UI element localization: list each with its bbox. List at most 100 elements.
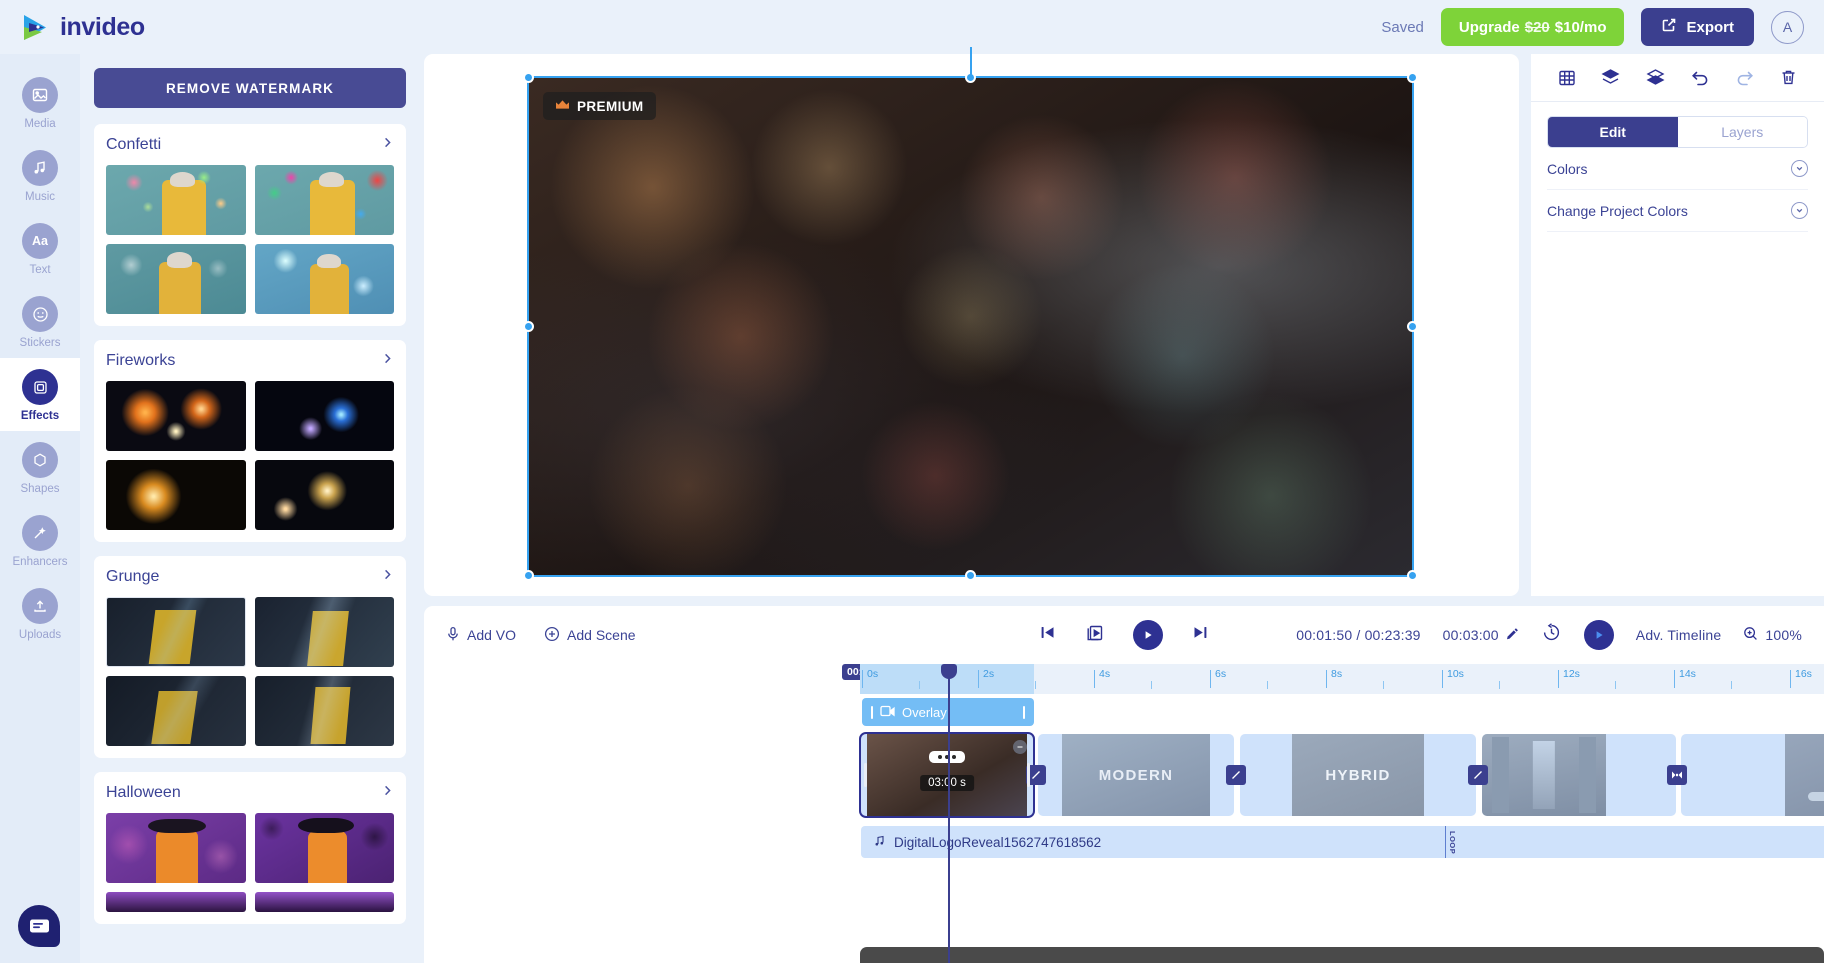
undo-icon[interactable] — [1690, 67, 1711, 88]
clip-duration-editor[interactable]: 00:03:00 — [1443, 627, 1519, 643]
section-title-grunge: Grunge — [106, 568, 159, 586]
effect-thumbnail[interactable] — [255, 813, 395, 883]
smiley-icon — [22, 296, 58, 332]
tab-edit[interactable]: Edit — [1548, 117, 1678, 147]
clock-rewind-icon[interactable] — [1541, 622, 1562, 648]
effect-thumbnail[interactable] — [106, 813, 246, 883]
play-icon[interactable] — [1133, 620, 1163, 650]
timeline-scroll-region[interactable] — [860, 947, 1824, 963]
plus-circle-icon — [544, 626, 560, 645]
scene-clip-3-label: HYBRID — [1292, 734, 1424, 816]
play-circle-icon[interactable] — [1584, 620, 1614, 650]
chevron-right-icon[interactable] — [381, 784, 394, 802]
resize-handle-tr[interactable] — [1407, 72, 1418, 83]
add-scene-button[interactable]: Add Scene — [544, 626, 636, 645]
thumbnail-grid-halloween — [106, 813, 394, 912]
scene-clip-2[interactable]: MODERN — [1038, 734, 1234, 816]
transition-bowtie-icon[interactable] — [1667, 765, 1687, 785]
upgrade-button[interactable]: Upgrade $20 $10/mo — [1441, 8, 1625, 46]
clip-handle-right[interactable] — [1027, 763, 1030, 787]
preview-scene-icon[interactable] — [1085, 623, 1105, 648]
chevron-right-icon[interactable] — [381, 136, 394, 154]
sidebar-item-music[interactable]: Music — [0, 139, 80, 212]
video-preview-stage[interactable]: PREMIUM — [529, 78, 1412, 575]
tab-layers[interactable]: Layers — [1678, 117, 1808, 147]
sidebar-item-effects[interactable]: Effects — [0, 358, 80, 431]
send-backward-icon[interactable] — [1645, 67, 1666, 88]
section-header-halloween[interactable]: Halloween — [106, 784, 394, 802]
rotate-connector-line — [970, 47, 972, 78]
chevron-right-icon[interactable] — [381, 568, 394, 586]
effect-thumbnail[interactable] — [255, 165, 395, 235]
sidebar-item-shapes[interactable]: Shapes — [0, 431, 80, 504]
resize-handle-bl[interactable] — [523, 570, 534, 581]
clip-handle-left[interactable] — [864, 763, 867, 787]
transition-slash-icon[interactable] — [1468, 765, 1488, 785]
effect-thumbnail[interactable] — [106, 676, 246, 746]
avatar[interactable]: A — [1771, 11, 1804, 44]
chat-bubble-icon[interactable] — [18, 905, 60, 947]
scene-clips-row: 03:00 s MODERN — [860, 734, 1824, 816]
resize-handle-br[interactable] — [1407, 570, 1418, 581]
more-dots-icon[interactable] — [929, 751, 965, 763]
playhead[interactable] — [948, 664, 950, 963]
section-header-grunge[interactable]: Grunge — [106, 568, 394, 586]
accordion-colors[interactable]: Colors — [1547, 148, 1808, 190]
scene-clip-5[interactable]: LOGO — [1681, 734, 1824, 816]
overlay-right-grip[interactable] — [1023, 706, 1025, 719]
effect-thumbnail[interactable] — [255, 460, 395, 530]
redo-icon[interactable] — [1734, 67, 1755, 88]
export-button[interactable]: Export — [1641, 8, 1754, 46]
effect-thumbnail[interactable] — [255, 892, 395, 912]
chevron-down-circle-icon[interactable] — [1791, 202, 1808, 219]
effect-thumbnail[interactable] — [106, 244, 246, 314]
zoom-control[interactable]: 100% — [1743, 626, 1802, 644]
transition-slash-icon[interactable] — [1226, 765, 1246, 785]
remove-watermark-button[interactable]: REMOVE WATERMARK — [94, 68, 406, 108]
effect-thumbnail[interactable] — [106, 381, 246, 451]
resize-handle-r[interactable] — [1407, 321, 1418, 332]
clip-lock-badge[interactable] — [1013, 740, 1027, 754]
section-header-fireworks[interactable]: Fireworks — [106, 352, 394, 370]
chevron-right-icon[interactable] — [381, 352, 394, 370]
sidebar-item-uploads[interactable]: Uploads — [0, 577, 80, 650]
saved-status: Saved — [1381, 19, 1424, 36]
playback-time: 00:01:50 / 00:23:39 — [1296, 627, 1420, 643]
pencil-icon[interactable] — [1506, 627, 1519, 643]
resize-handle-tl[interactable] — [523, 72, 534, 83]
chevron-down-circle-icon[interactable] — [1791, 160, 1808, 177]
effect-thumbnail[interactable] — [106, 165, 246, 235]
add-vo-button[interactable]: Add VO — [446, 626, 516, 645]
resize-handle-l[interactable] — [523, 321, 534, 332]
sidebar-item-stickers[interactable]: Stickers — [0, 285, 80, 358]
section-title-fireworks: Fireworks — [106, 352, 175, 370]
audio-track[interactable]: DigitalLogoReveal1562747618562 LOOP LOOP — [861, 826, 1824, 858]
skip-next-icon[interactable] — [1191, 623, 1210, 647]
effect-thumbnail[interactable] — [106, 892, 246, 912]
bring-forward-icon[interactable] — [1600, 67, 1621, 88]
effect-thumbnail[interactable] — [106, 597, 246, 667]
grid-icon[interactable] — [1557, 68, 1577, 88]
section-header-confetti[interactable]: Confetti — [106, 136, 394, 154]
selected-clip-duration: 03:00 s — [920, 775, 974, 791]
effect-thumbnail[interactable] — [255, 244, 395, 314]
effect-thumbnail[interactable] — [106, 460, 246, 530]
effect-thumbnail[interactable] — [255, 597, 395, 667]
trash-icon[interactable] — [1779, 68, 1798, 87]
effect-thumbnail[interactable] — [255, 676, 395, 746]
scene-clip-4[interactable] — [1482, 734, 1676, 816]
skip-previous-icon[interactable] — [1038, 623, 1057, 647]
sidebar-item-enhancers[interactable]: Enhancers — [0, 504, 80, 577]
timeline-ruler[interactable]: 0s 2s 4s 6s 8s 10s 12s 14s 16s — [860, 664, 1824, 694]
accordion-change-project-colors[interactable]: Change Project Colors — [1547, 190, 1808, 232]
sidebar-item-text[interactable]: Aa Text — [0, 212, 80, 285]
scene-clip-3[interactable]: HYBRID — [1240, 734, 1476, 816]
scene-clip-1[interactable]: 03:00 s — [861, 734, 1033, 816]
sidebar-item-media[interactable]: Media — [0, 66, 80, 139]
brand-logo[interactable]: invideo — [20, 12, 145, 43]
zoom-in-icon[interactable] — [1743, 626, 1758, 644]
effect-thumbnail[interactable] — [255, 381, 395, 451]
adv-timeline-button[interactable]: Adv. Timeline — [1636, 627, 1722, 643]
overlay-left-grip[interactable] — [871, 706, 873, 719]
resize-handle-b[interactable] — [965, 570, 976, 581]
